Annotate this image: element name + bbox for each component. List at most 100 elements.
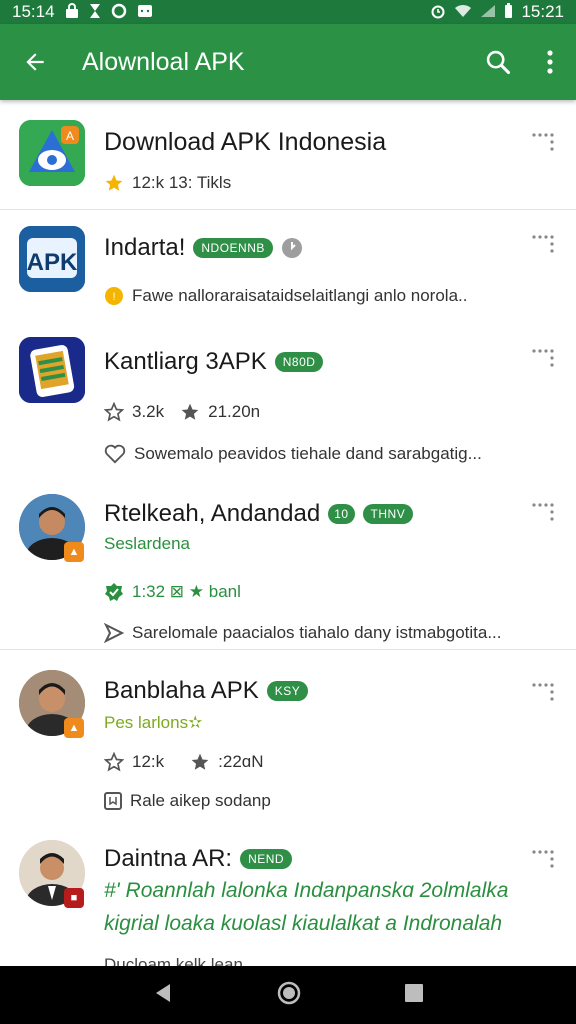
item-description-line-1: #' Roannlah lalonka Indanpanskɑ 2olmlalk… <box>104 879 509 902</box>
item-stat-rating: :22ɑN <box>218 752 264 771</box>
item-more-button[interactable] <box>528 230 556 258</box>
coin-icon: ! <box>105 287 123 305</box>
item-stats-row: 1:32 ⊠ ★ banl <box>104 582 241 602</box>
item-more-button[interactable] <box>528 344 556 372</box>
item-title-row: Banblaha APK KSY <box>104 677 309 705</box>
more-dots-icon <box>532 503 554 521</box>
arrow-back-icon <box>26 53 44 71</box>
more-dots-icon <box>532 349 554 367</box>
item-description-cutoff: Ducloam kelk lean <box>104 955 243 966</box>
item-description: Fawe nalloraraisataidselaitlangi anlo no… <box>132 286 468 305</box>
item-desc-row: Rale aikep sodanp <box>104 791 271 811</box>
lock-notification-icon <box>65 2 79 22</box>
item-tag: N80D <box>274 352 324 372</box>
header-app-item[interactable]: A Download APK Indonesia 12:k 13: Tikls <box>0 100 576 210</box>
app-list: A Download APK Indonesia 12:k 13: Tikls … <box>0 100 576 966</box>
item-title-row: Kantliarg 3APK N80D <box>104 348 324 376</box>
item-description-line-2: kigrial loaka kuolasl kiaulalkat a Indro… <box>104 912 503 935</box>
more-dots-icon <box>532 683 554 701</box>
item-stat-rating: 21.20n <box>208 402 261 421</box>
list-item[interactable]: ■ Daintna AR: NEND #' Roannlah lalonka I… <box>0 835 576 966</box>
star-outline-icon <box>104 402 124 422</box>
item-tag: KSY <box>266 681 309 701</box>
circle-notification-icon <box>111 3 127 22</box>
item-title: Rtelkeah, Andandad <box>104 500 321 527</box>
app-bar: Alownloal APK <box>0 24 576 100</box>
star-icon <box>191 753 209 770</box>
avatar-badge-icon: ▲ <box>64 718 84 738</box>
triangle-back-icon <box>155 983 170 1002</box>
overflow-menu-button[interactable] <box>524 24 576 100</box>
header-app-title: Download APK Indonesia <box>104 128 387 156</box>
item-more-button[interactable] <box>528 678 556 706</box>
item-description: Sowemalo peavidos tiehale dand sarabgati… <box>134 444 482 463</box>
battery-icon <box>504 2 513 22</box>
item-more-button[interactable] <box>528 845 556 873</box>
app-icon-apk: APK <box>19 226 85 292</box>
heart-outline-icon <box>104 444 126 464</box>
more-vert-icon <box>547 50 553 74</box>
star-outline-icon <box>104 752 124 772</box>
hourglass-notification-icon <box>89 3 101 22</box>
item-title: Indarta! <box>104 234 186 261</box>
list-item[interactable]: ▲ Banblaha APK KSY Pes larlons✫ 12:k :22… <box>0 650 576 835</box>
nav-back-button[interactable] <box>151 981 175 1010</box>
circle-home-icon <box>277 981 301 1004</box>
star-icon <box>181 403 199 420</box>
square-recents-icon <box>405 983 424 1002</box>
app-icon-download-apk: A <box>19 120 85 186</box>
search-button[interactable] <box>472 24 524 100</box>
app-bar-title: Alownloal APK <box>82 47 245 76</box>
item-stats-row: 12:k :22ɑN <box>104 752 264 772</box>
system-nav-bar <box>0 966 576 1024</box>
item-stat-downloads: 12:k <box>132 752 165 771</box>
item-stats-row: 3.2k 21.20n <box>104 402 260 422</box>
item-stat-downloads: 3.2k <box>132 402 165 421</box>
item-description: Sarelomale paacialos tiahalo dany istmab… <box>132 623 502 642</box>
item-subtitle: Pes larlons✫ <box>104 713 203 732</box>
avatar-badge-icon: ▲ <box>64 542 84 562</box>
signal-icon <box>480 4 496 21</box>
search-icon <box>486 50 511 75</box>
bookmark-box-icon <box>104 792 122 810</box>
item-more-button[interactable] <box>528 498 556 526</box>
clock-icon <box>281 238 302 258</box>
item-desc-row: Sarelomale paacialos tiahalo dany istmab… <box>104 623 502 643</box>
list-item[interactable]: APK Indarta! NDOENNB ! Fawe nalloraraisa… <box>0 210 576 320</box>
item-count-tag: 10 <box>328 504 355 524</box>
nav-home-button[interactable] <box>276 980 302 1011</box>
send-icon <box>104 623 124 643</box>
star-icon <box>105 174 123 191</box>
item-title: Kantliarg 3APK <box>104 348 267 375</box>
svg-text:!: ! <box>112 291 115 303</box>
item-title-row: Indarta! NDOENNB <box>104 234 303 262</box>
item-tag: NDOENNB <box>193 238 273 258</box>
svg-text:APK: APK <box>27 249 78 276</box>
avatar-badge-icon: ■ <box>64 888 84 908</box>
wifi-icon <box>454 4 472 21</box>
nav-recents-button[interactable] <box>403 982 425 1009</box>
alarm-icon <box>430 3 446 22</box>
status-time-left: 15:14 <box>12 2 55 21</box>
more-dots-icon <box>532 850 554 868</box>
app-icon-phone <box>19 337 85 403</box>
item-desc-row: ! Fawe nalloraraisataidselaitlangi anlo … <box>104 286 467 306</box>
list-item[interactable]: Kantliarg 3APK N80D 3.2k 21.20n Sowemalo… <box>0 320 576 480</box>
more-dots-icon <box>532 133 554 151</box>
header-app-meta: 12:k 13: Tikls <box>132 173 232 192</box>
chat-notification-icon <box>137 4 153 21</box>
status-bar: 15:14 15:21 <box>0 0 576 24</box>
item-title: Banblaha APK <box>104 677 259 704</box>
item-description: Rale aikep sodanp <box>130 791 271 810</box>
item-tag: NEND <box>240 849 293 869</box>
item-title-row: Daintna AR: NEND <box>104 845 293 873</box>
item-title: Daintna AR: <box>104 845 233 872</box>
svg-text:A: A <box>66 129 74 143</box>
item-desc-row: Sowemalo peavidos tiehale dand sarabgati… <box>104 444 482 464</box>
back-button[interactable] <box>0 24 70 100</box>
list-item[interactable]: ▲ Rtelkeah, Andandad 10 THNV Seslardena … <box>0 480 576 650</box>
item-subtitle: Seslardena <box>104 534 191 553</box>
header-app-more-button[interactable] <box>528 128 556 156</box>
more-dots-icon <box>532 235 554 253</box>
header-app-meta-row: 12:k 13: Tikls <box>104 173 231 193</box>
